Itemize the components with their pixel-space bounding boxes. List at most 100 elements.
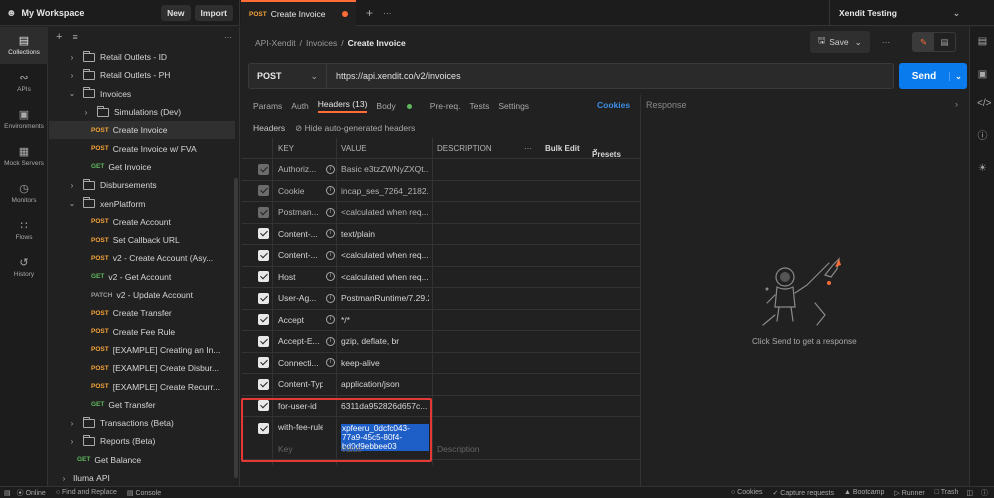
chevron-down-icon[interactable]: ⌄ <box>949 71 967 81</box>
header-value[interactable]: PostmanRuntime/7.29.2 <box>341 293 429 303</box>
table-more-icon[interactable]: ··· <box>524 144 532 153</box>
header-key[interactable]: Accept <box>278 315 323 325</box>
info-icon[interactable]: i <box>326 229 335 239</box>
tab-params[interactable]: Params <box>253 101 282 111</box>
header-enabled-checkbox[interactable] <box>258 335 269 347</box>
tree-item[interactable]: › Simulations (Dev) <box>49 103 235 121</box>
cookies-link[interactable]: Cookies <box>597 100 630 110</box>
tab-settings[interactable]: Settings <box>498 101 529 111</box>
header-key[interactable]: Authoriz... <box>278 164 323 174</box>
chevron-right-icon[interactable]: › <box>67 181 77 190</box>
more-actions-icon[interactable]: ··· <box>882 37 891 47</box>
header-key[interactable]: User-Ag... <box>278 293 323 303</box>
header-key[interactable]: Content-Type <box>278 379 323 389</box>
info-icon[interactable]: i <box>326 336 335 346</box>
console-button[interactable]: ▤ Console <box>127 489 161 497</box>
sidebar-scrollbar[interactable] <box>234 178 238 478</box>
layout-icon[interactable]: ◫ <box>966 489 973 497</box>
pane-divider[interactable] <box>640 95 641 486</box>
tree-item[interactable]: GET Get Transfer <box>49 396 235 414</box>
tree-item[interactable]: POST [EXAMPLE] Create Recurr... <box>49 377 235 395</box>
presets-dropdown[interactable]: Presets ⌄ <box>592 144 621 159</box>
method-select[interactable]: POST ⌄ <box>249 64 327 88</box>
tree-item[interactable]: › Retail Outlets - PH <box>49 66 235 84</box>
find-replace-button[interactable]: ○ Find and Replace <box>56 489 117 496</box>
nav-collections[interactable]: ▤ Collections <box>0 27 48 64</box>
sidebar-toggle-icon[interactable]: ▤ <box>4 489 11 497</box>
nav-monitors[interactable]: ◷ Monitors <box>0 175 48 212</box>
breadcrumb-folder[interactable]: Invoices <box>306 38 337 48</box>
chevron-right-icon[interactable]: › <box>67 437 77 446</box>
info-icon[interactable]: i <box>326 315 335 325</box>
info-icon[interactable]: i <box>326 250 335 260</box>
send-button[interactable]: Send ⌄ <box>899 63 967 89</box>
tree-item[interactable]: POST Create Transfer <box>49 304 235 322</box>
chevron-right-icon[interactable]: › <box>67 53 77 62</box>
code-icon[interactable]: </> <box>977 98 991 109</box>
chevron-right-icon[interactable]: › <box>67 419 77 428</box>
chevron-down-icon[interactable]: ⌄ <box>67 199 77 208</box>
info-icon[interactable]: i <box>326 207 335 217</box>
tree-item[interactable]: POST Create Invoice w/ FVA <box>49 140 235 158</box>
header-value[interactable]: text/plain <box>341 229 429 239</box>
tree-item[interactable]: POST v2 - Create Account (Asy... <box>49 249 235 267</box>
cookies-button[interactable]: ○ Cookies <box>731 489 762 496</box>
header-enabled-checkbox[interactable] <box>258 357 269 369</box>
tree-item[interactable]: › Disbursements <box>49 176 235 194</box>
capture-requests-button[interactable]: ✓ Capture requests <box>772 489 834 497</box>
tree-item[interactable]: POST Create Fee Rule <box>49 323 235 341</box>
header-value[interactable]: */* <box>341 315 429 325</box>
tree-item[interactable]: POST Create Account <box>49 213 235 231</box>
header-value[interactable]: <calculated when req... <box>341 272 429 282</box>
header-enabled-checkbox[interactable] <box>258 185 269 197</box>
tree-item[interactable]: GET Get Invoice <box>49 158 235 176</box>
info-icon[interactable]: ⓘ <box>977 131 988 142</box>
runner-button[interactable]: ▷ Runner <box>894 489 924 497</box>
docs-icon[interactable]: ▤ <box>977 36 988 47</box>
tree-item[interactable]: POST [EXAMPLE] Create Disbur... <box>49 359 235 377</box>
sidebar-more-icon[interactable]: ··· <box>224 33 232 42</box>
tree-item[interactable]: GET Get Balance <box>49 451 235 469</box>
info-icon[interactable]: i <box>326 293 335 303</box>
header-key[interactable]: Content-... <box>278 250 323 260</box>
header-value[interactable]: Basic e3tzZWNyZXQt... <box>341 164 429 174</box>
comments-icon[interactable]: ▣ <box>977 69 988 80</box>
header-enabled-checkbox[interactable] <box>258 314 269 326</box>
header-value[interactable]: <calculated when req... <box>341 250 429 260</box>
header-enabled-checkbox[interactable] <box>258 163 269 175</box>
breadcrumb-collection[interactable]: API-Xendit <box>255 38 296 48</box>
tree-item[interactable]: GET v2 - Get Account <box>49 268 235 286</box>
tree-item[interactable]: POST Set Callback URL <box>49 231 235 249</box>
bootcamp-button[interactable]: ▲ Bootcamp <box>844 489 884 496</box>
header-value[interactable]: gzip, deflate, br <box>341 336 429 346</box>
header-enabled-checkbox[interactable] <box>258 378 269 390</box>
header-value[interactable]: <calculated when req... <box>341 207 429 217</box>
hide-auto-headers-toggle[interactable]: ⊘ Hide auto-generated headers <box>295 123 415 134</box>
tab-create-invoice[interactable]: POST Create Invoice <box>241 0 356 26</box>
lightbulb-icon[interactable]: ☀ <box>977 163 988 174</box>
tab-body[interactable]: Body <box>376 101 420 111</box>
header-value[interactable]: incap_ses_7264_2182... <box>341 186 429 196</box>
info-icon[interactable]: i <box>326 272 335 282</box>
header-key[interactable]: Accept-E... <box>278 336 323 346</box>
nav-history[interactable]: ↺ History <box>0 249 48 286</box>
header-key[interactable]: Content-... <box>278 229 323 239</box>
chevron-right-icon[interactable]: › <box>81 108 91 117</box>
new-description-input[interactable]: Description <box>437 444 480 454</box>
tab-auth[interactable]: Auth <box>291 101 309 111</box>
nav-mock-servers[interactable]: ▦ Mock Servers <box>0 138 48 175</box>
info-icon[interactable]: i <box>326 358 335 368</box>
tree-item[interactable]: › Ilumа API <box>49 469 235 487</box>
header-enabled-checkbox[interactable] <box>258 228 269 240</box>
tab-tests[interactable]: Tests <box>470 101 490 111</box>
header-key[interactable]: Cookie <box>278 186 323 196</box>
header-key[interactable]: Postman... <box>278 207 323 217</box>
more-tabs-icon[interactable]: ··· <box>383 8 392 18</box>
chevron-right-icon[interactable]: › <box>59 474 69 483</box>
chevron-down-icon[interactable]: ⌄ <box>67 89 77 98</box>
add-tab-icon[interactable]: + <box>366 6 373 20</box>
new-button[interactable]: New <box>161 5 191 21</box>
header-enabled-checkbox[interactable] <box>258 271 269 283</box>
environment-selector[interactable]: Xendit Testing ⌄ <box>829 0 969 26</box>
nav-apis[interactable]: ∾ APIs <box>0 64 48 101</box>
